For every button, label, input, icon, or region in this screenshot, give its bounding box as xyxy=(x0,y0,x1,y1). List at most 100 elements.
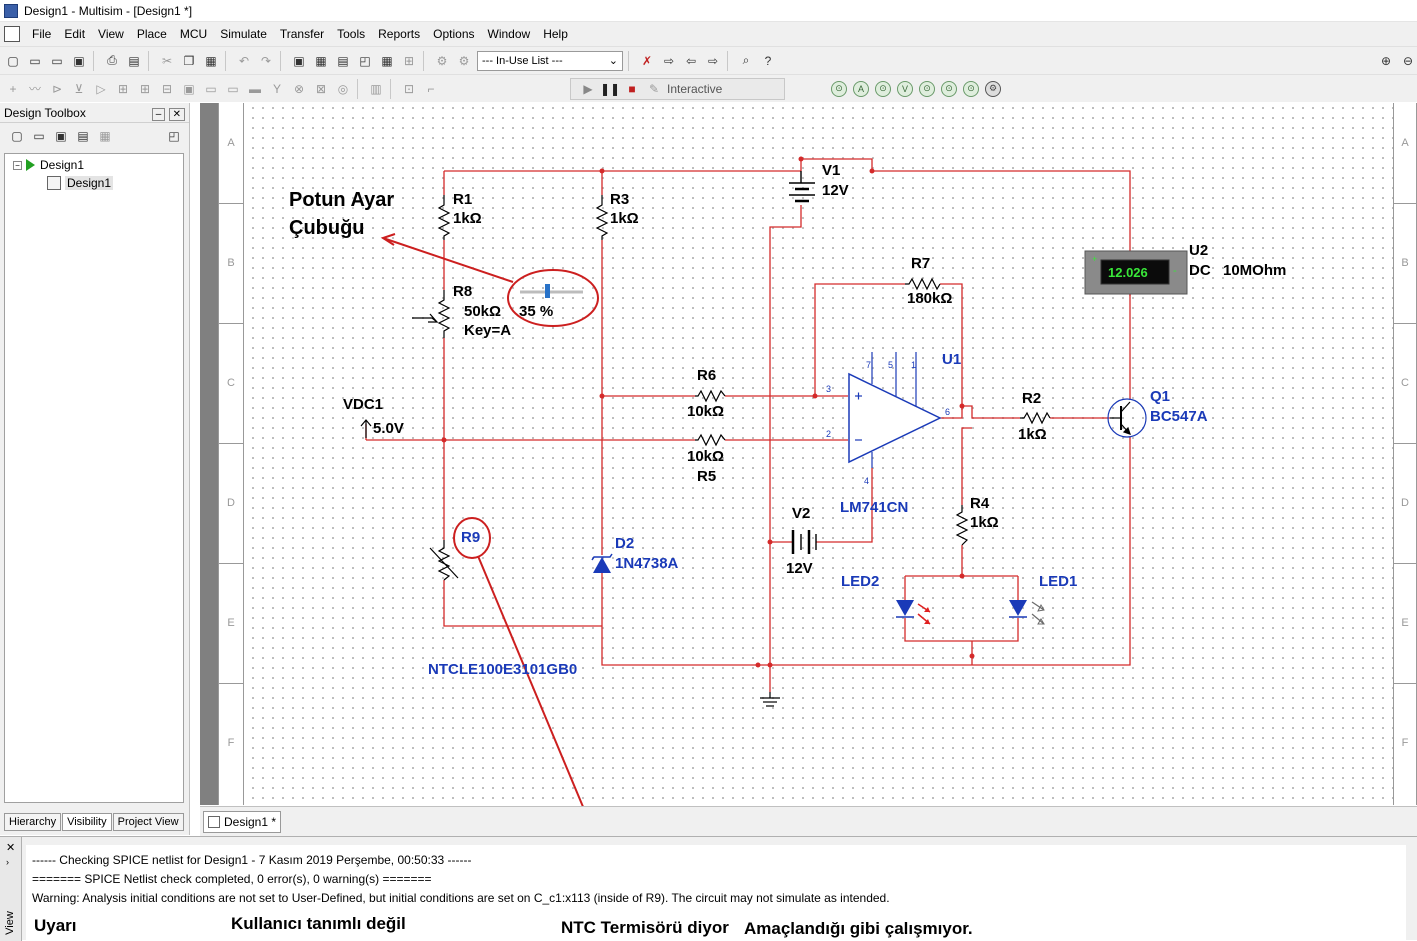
r3-value: 1kΩ xyxy=(610,210,639,227)
place-source-icon[interactable]: + xyxy=(4,80,22,98)
open-sample-icon[interactable]: ▭ xyxy=(48,52,66,70)
run-icon[interactable]: ▶ xyxy=(579,80,597,98)
place-basic-icon[interactable]: 〰 xyxy=(26,80,44,98)
toolbar-separator xyxy=(727,50,728,71)
place-misc-digital-icon[interactable]: ⊟ xyxy=(158,80,176,98)
probe-ref-icon[interactable]: ⊙ xyxy=(963,80,979,97)
menu-place[interactable]: Place xyxy=(137,27,167,41)
place-mixed-icon[interactable]: ▣ xyxy=(180,80,198,98)
probe-diff-icon[interactable]: ⊙ xyxy=(919,80,935,97)
design-properties-icon[interactable]: ◰ xyxy=(165,127,183,145)
stop-icon[interactable]: ■ xyxy=(623,80,641,98)
r9-reference: R9 xyxy=(461,529,481,546)
transfer-ultiboard-icon[interactable]: ⇨ xyxy=(660,52,678,70)
document-icon[interactable] xyxy=(4,26,20,42)
tree-root-node[interactable]: − Design1 xyxy=(13,158,84,172)
place-bus-icon[interactable]: ⌐ xyxy=(422,80,440,98)
capture-screen-icon[interactable]: ⚙ xyxy=(455,52,473,70)
menu-options[interactable]: Options xyxy=(433,27,474,41)
database-manager-icon[interactable]: ▤ xyxy=(334,52,352,70)
tab-project-view[interactable]: Project View xyxy=(112,813,184,831)
place-analog-icon[interactable]: ▷ xyxy=(92,80,110,98)
tab-design1[interactable]: Design1 * xyxy=(203,811,282,833)
redo-icon[interactable]: ↷ xyxy=(257,52,275,70)
find-examples-icon[interactable]: ⌕ xyxy=(737,52,755,70)
schematic-canvas[interactable] xyxy=(218,103,1417,805)
pin-icon[interactable]: ‒ xyxy=(151,107,166,121)
postprocessor-icon[interactable]: ⊞ xyxy=(400,52,418,70)
undo-icon[interactable]: ↶ xyxy=(235,52,253,70)
place-ni-icon[interactable]: ⊠ xyxy=(312,80,330,98)
new-file-icon[interactable]: ▢ xyxy=(4,52,22,70)
new-design-icon[interactable]: ▢ xyxy=(8,127,26,145)
new-sheet-icon[interactable]: ▤ xyxy=(74,127,92,145)
place-mcu-icon[interactable]: ▥ xyxy=(367,80,385,98)
close-icon[interactable]: ✕ xyxy=(168,107,185,121)
tab-visibility[interactable]: Visibility xyxy=(62,813,112,831)
component-wizard-icon[interactable]: ▦ xyxy=(378,52,396,70)
print-icon[interactable]: ⎙ xyxy=(103,52,121,70)
backannotate-icon[interactable]: ⇦ xyxy=(682,52,700,70)
r2-value: 1kΩ xyxy=(1018,426,1047,443)
zoom-in-icon[interactable]: ⊕ xyxy=(1377,52,1395,70)
electrical-rules-icon[interactable]: ⚙ xyxy=(433,52,451,70)
copy-icon[interactable]: ❐ xyxy=(180,52,198,70)
place-ttl-icon[interactable]: ⊞ xyxy=(114,80,132,98)
place-connector-icon[interactable]: ◎ xyxy=(334,80,352,98)
print-preview-icon[interactable]: ▤ xyxy=(125,52,143,70)
open-folder-icon[interactable]: ▭ xyxy=(26,52,44,70)
place-indicator-icon[interactable]: ▭ xyxy=(202,80,220,98)
pause-icon[interactable]: ❚❚ xyxy=(600,80,620,98)
menu-simulate[interactable]: Simulate xyxy=(220,27,267,41)
open-design-icon[interactable]: ▭ xyxy=(30,127,48,145)
menu-view[interactable]: View xyxy=(98,27,124,41)
place-cmos-icon[interactable]: ⊞ xyxy=(136,80,154,98)
border-label-a: A xyxy=(227,137,235,149)
menu-tools[interactable]: Tools xyxy=(337,27,365,41)
menu-window[interactable]: Window xyxy=(488,27,531,41)
led1-reference: LED1 xyxy=(1039,573,1078,590)
cut-icon[interactable]: ✂ xyxy=(158,52,176,70)
tree-child-node[interactable]: Design1 xyxy=(47,176,114,190)
spreadsheet-view-icon[interactable]: ▦ xyxy=(312,52,330,70)
border-tick xyxy=(219,563,243,564)
zoom-out-icon[interactable]: ⊖ xyxy=(1399,52,1417,70)
probe-voltage-icon[interactable]: A xyxy=(853,80,869,97)
title-bar: Design1 - Multisim - [Design1 *] xyxy=(0,0,1417,22)
place-diode-icon[interactable]: ⊳ xyxy=(48,80,66,98)
save-icon[interactable]: ▣ xyxy=(70,52,88,70)
probe-digital-icon[interactable]: ⊙ xyxy=(941,80,957,97)
menu-file[interactable]: File xyxy=(32,27,51,41)
menu-reports[interactable]: Reports xyxy=(378,27,420,41)
paste-icon[interactable]: ▦ xyxy=(202,52,220,70)
delete-sheet-icon[interactable]: ▦ xyxy=(96,127,114,145)
tab-hierarchy[interactable]: Hierarchy xyxy=(4,813,62,831)
probe-power-icon[interactable]: V xyxy=(897,80,913,97)
erc-icon[interactable]: ✗ xyxy=(638,52,656,70)
grapher-icon[interactable]: ◰ xyxy=(356,52,374,70)
place-electromech-icon[interactable]: ⊗ xyxy=(290,80,308,98)
menu-mcu[interactable]: MCU xyxy=(180,27,207,41)
place-rf-icon[interactable]: Y xyxy=(268,80,286,98)
menu-transfer[interactable]: Transfer xyxy=(280,27,324,41)
place-misc-icon[interactable]: ▭ xyxy=(224,80,242,98)
toggle-toolbox-icon[interactable]: ▣ xyxy=(290,52,308,70)
menu-edit[interactable]: Edit xyxy=(64,27,85,41)
place-transistor-icon[interactable]: ⊻ xyxy=(70,80,88,98)
border-tick xyxy=(219,683,243,684)
close-icon[interactable]: ✕ xyxy=(6,841,15,854)
interactive-label[interactable]: Interactive xyxy=(667,82,722,96)
in-use-list-dropdown[interactable]: --- In-Use List --- ⌄ xyxy=(477,50,623,71)
probe-settings-icon[interactable]: ⚙ xyxy=(985,80,1001,97)
collapse-icon[interactable]: − xyxy=(13,160,22,170)
save-design-icon[interactable]: ▣ xyxy=(52,127,70,145)
voltmeter-u2[interactable]: 12.026 + - xyxy=(1084,250,1188,295)
expand-icon[interactable]: › xyxy=(6,857,9,867)
probe-current-icon[interactable]: ⊙ xyxy=(875,80,891,97)
probe-icon[interactable]: ⊙ xyxy=(831,80,847,97)
help-icon[interactable]: ? xyxy=(759,52,777,70)
forward-annotate-icon[interactable]: ⇨ xyxy=(704,52,722,70)
place-power-icon[interactable]: ▬ xyxy=(246,80,264,98)
menu-help[interactable]: Help xyxy=(543,27,568,41)
place-hierarchical-icon[interactable]: ⊡ xyxy=(400,80,418,98)
